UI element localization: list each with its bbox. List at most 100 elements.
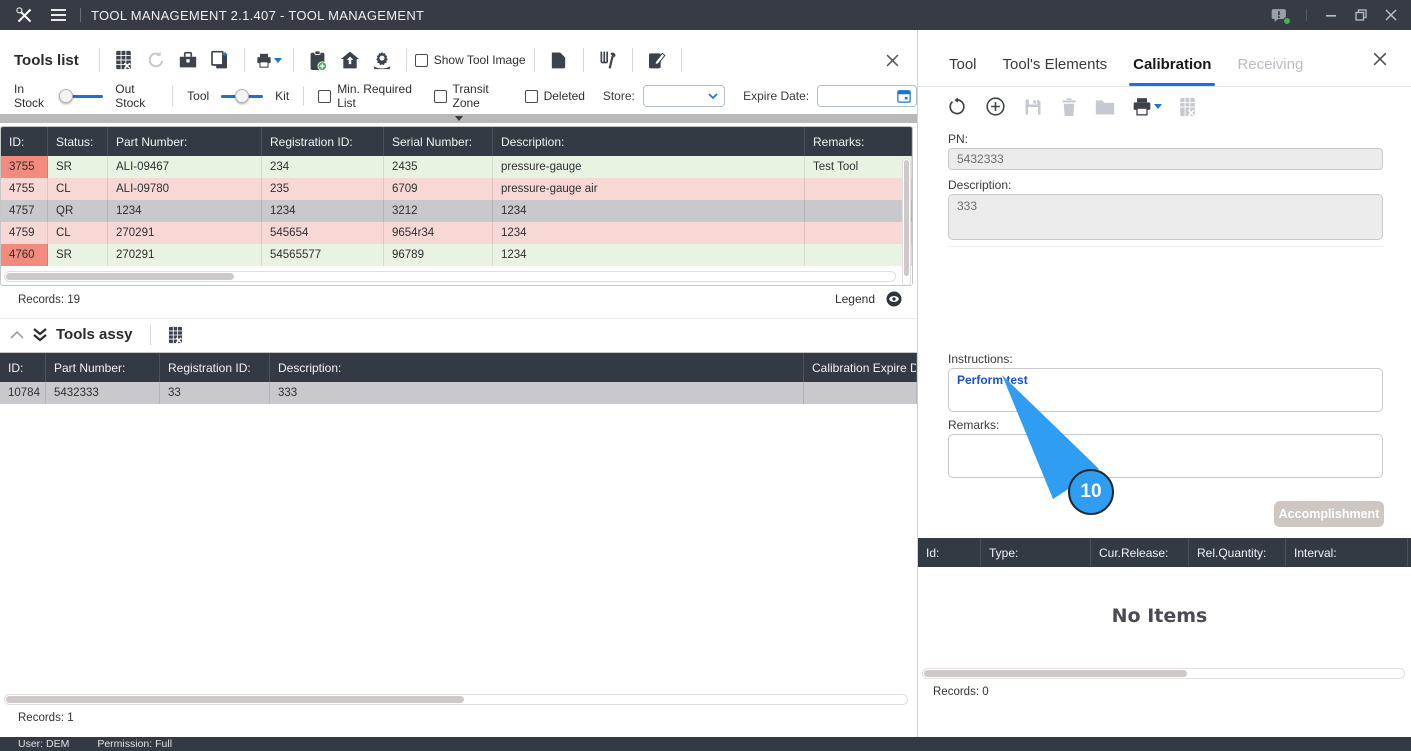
scrollbar-thumb[interactable] xyxy=(6,696,464,703)
stock-toggle[interactable] xyxy=(59,88,105,104)
calendar-icon xyxy=(897,90,911,103)
tools-assy-title: Tools assy xyxy=(56,326,133,343)
instructions-textarea[interactable]: Perform test xyxy=(948,368,1383,412)
minimize-button[interactable] xyxy=(1325,9,1337,21)
expire-date-label: Expire Date: xyxy=(743,89,810,103)
calibrations-hscrollbar[interactable] xyxy=(922,668,1405,679)
remarks-textarea[interactable] xyxy=(948,434,1383,478)
paste-add-icon[interactable] xyxy=(305,47,331,73)
column-header[interactable]: Part Number: xyxy=(46,353,160,382)
refresh-icon[interactable] xyxy=(948,97,968,117)
column-header[interactable]: Calibration Expire Date: xyxy=(804,353,917,382)
expire-date-input[interactable] xyxy=(817,85,917,107)
column-header[interactable]: Status: xyxy=(48,127,108,156)
description-textarea: 333 xyxy=(948,194,1383,240)
close-tools-list-icon[interactable] xyxy=(886,54,899,67)
tools-list-filters: In Stock Out Stock Tool Kit Min. Require… xyxy=(0,82,917,110)
scrollbar-thumb[interactable] xyxy=(6,273,234,280)
column-header[interactable]: Description: xyxy=(493,127,805,156)
tools-table: ID: Status: Part Number: Registration ID… xyxy=(0,126,913,286)
detail-tabs: Tool Tool's Elements Calibration Receivi… xyxy=(918,48,1411,87)
statusbar: User: DEM Permission: Full xyxy=(0,737,1411,751)
store-select[interactable] xyxy=(642,85,726,107)
column-header[interactable]: Interval: xyxy=(1286,538,1408,567)
print-icon[interactable] xyxy=(1132,97,1162,116)
eye-icon[interactable] xyxy=(885,290,903,308)
show-tool-image-checkbox[interactable]: Show Tool Image xyxy=(414,53,526,67)
tools-table-header: ID: Status: Part Number: Registration ID… xyxy=(1,127,912,156)
scrollbar-thumb[interactable] xyxy=(904,160,909,276)
add-icon[interactable] xyxy=(985,96,1006,117)
column-header[interactable]: Registration ID: xyxy=(160,353,270,382)
kit-label: Kit xyxy=(275,89,290,103)
table-row[interactable]: 3755 SR ALI-09467 234 2435 pressure-gaug… xyxy=(1,156,912,178)
print-dropdown-caret[interactable] xyxy=(1154,104,1162,109)
instructions-label: Instructions: xyxy=(948,352,1013,366)
column-header[interactable]: Cur.Release: xyxy=(1091,538,1189,567)
table-export-icon[interactable] xyxy=(162,322,188,348)
transit-zone-checkbox[interactable]: Transit Zone xyxy=(433,82,504,110)
home-icon[interactable] xyxy=(337,47,363,73)
tab-receiving[interactable]: Receiving xyxy=(1237,48,1303,86)
toolbox-icon[interactable] xyxy=(175,47,201,73)
panel-splitter[interactable] xyxy=(0,114,917,123)
delete-icon[interactable] xyxy=(1060,97,1078,117)
notification-chat-icon[interactable] xyxy=(1271,8,1291,25)
box-icon[interactable] xyxy=(546,47,572,73)
table-row[interactable]: 4755 CL ALI-09780 235 6709 pressure-gaug… xyxy=(1,178,912,200)
column-header[interactable]: ID: xyxy=(1,127,48,156)
collapse-up-icon[interactable] xyxy=(10,330,24,340)
window-title: TOOL MANAGEMENT 2.1.407 - TOOL MANAGEMEN… xyxy=(91,7,425,23)
column-header[interactable]: Remarks: xyxy=(805,127,912,156)
column-header[interactable]: ID: xyxy=(0,353,46,382)
menu-hamburger-icon[interactable] xyxy=(51,9,66,21)
accomplishment-button[interactable]: Accomplishment xyxy=(1274,501,1384,527)
description-label: Description: xyxy=(948,178,1012,192)
column-header[interactable]: Rel.Quantity: xyxy=(1189,538,1286,567)
legend-control[interactable]: Legend xyxy=(835,290,903,308)
tools-list-toolbar: Tools list Show Tool Image xyxy=(0,42,917,78)
print-dropdown-caret[interactable] xyxy=(273,57,282,63)
column-header[interactable]: Type: xyxy=(981,538,1091,567)
column-header[interactable]: Part Number: xyxy=(108,127,262,156)
table-row[interactable]: 4759 CL 270291 545654 9654r34 1234 xyxy=(1,222,912,244)
min-required-list-checkbox[interactable]: Min. Required List xyxy=(318,82,412,110)
column-header[interactable]: Serial Number: xyxy=(384,127,493,156)
column-header[interactable]: Registration ID: xyxy=(262,127,384,156)
legend-label: Legend xyxy=(834,292,875,306)
folder-icon[interactable] xyxy=(1095,98,1115,116)
tools-assy-hscrollbar[interactable] xyxy=(4,694,908,705)
scrollbar-thumb[interactable] xyxy=(924,670,1187,677)
tab-calibration[interactable]: Calibration xyxy=(1129,48,1216,86)
store-label: Store: xyxy=(602,89,635,103)
close-window-button[interactable] xyxy=(1385,9,1397,21)
expand-double-down-icon[interactable] xyxy=(32,327,48,343)
table-row[interactable]: 4757 QR 1234 1234 3212 1234 xyxy=(1,200,912,222)
restore-button[interactable] xyxy=(1355,9,1367,21)
tools-table-hscrollbar[interactable] xyxy=(4,271,896,282)
column-header[interactable]: Description: xyxy=(270,353,804,382)
hand-gear-icon[interactable] xyxy=(369,47,395,73)
table-export-icon[interactable] xyxy=(111,47,137,73)
table-row[interactable]: 10784 5432333 33 333 xyxy=(0,382,917,404)
refresh-icon[interactable] xyxy=(143,47,169,73)
tab-tool[interactable]: Tool xyxy=(949,48,977,86)
column-header[interactable]: Id: xyxy=(918,538,981,567)
tab-tools-elements[interactable]: Tool's Elements xyxy=(1003,48,1108,86)
tools-table-vscrollbar[interactable] xyxy=(902,158,911,285)
copy-icon[interactable] xyxy=(207,47,233,73)
tool-kit-toggle[interactable] xyxy=(219,88,265,104)
calibration-detail-panel: Tool Tool's Elements Calibration Receivi… xyxy=(917,30,1411,737)
tool-label: Tool xyxy=(187,89,210,103)
service-tools-icon[interactable] xyxy=(595,47,621,73)
tools-assy-table: ID: Part Number: Registration ID: Descri… xyxy=(0,352,917,404)
save-icon[interactable] xyxy=(1023,97,1043,117)
deleted-checkbox[interactable]: Deleted xyxy=(524,89,585,103)
print-icon[interactable] xyxy=(256,47,282,73)
table-row[interactable]: 4760 SR 270291 54565577 96789 1234 xyxy=(1,244,912,266)
edit-icon[interactable] xyxy=(644,47,670,73)
close-detail-panel-icon[interactable] xyxy=(1373,52,1387,66)
table-export-icon[interactable] xyxy=(1179,97,1196,117)
checkbox-box[interactable] xyxy=(414,53,428,67)
tools-assy-header: Tools assy xyxy=(0,318,917,350)
